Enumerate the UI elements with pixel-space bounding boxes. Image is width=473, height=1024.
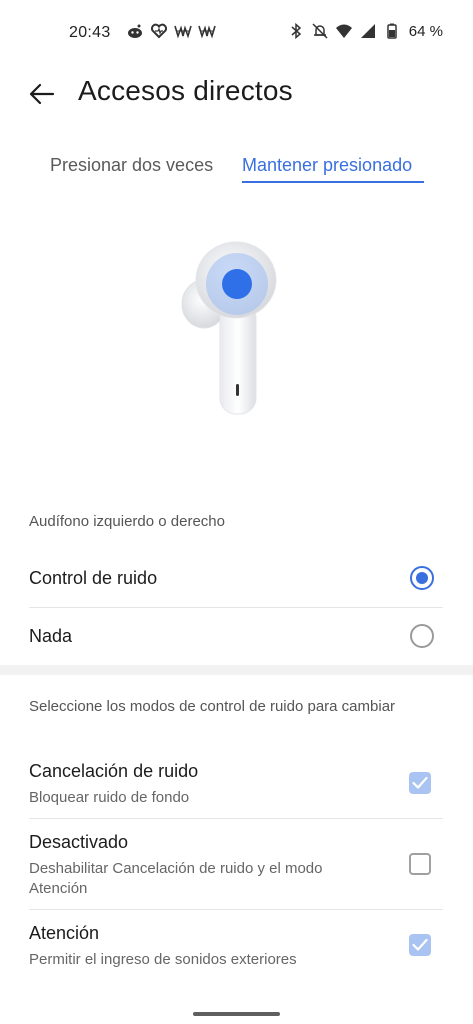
bluetooth-icon [291, 22, 301, 40]
tab-selected-indicator [242, 181, 424, 183]
mode-noise-cancellation[interactable]: Cancelación de ruido Bloquear ruido de f… [0, 750, 473, 818]
earbud-illustration [170, 232, 290, 422]
status-right-icons: 64 % [287, 22, 443, 40]
check-icon [412, 938, 428, 951]
mode-subtitle: Permitir el ingreso de sonidos exteriore… [29, 951, 297, 968]
checkbox-checked[interactable] [409, 934, 431, 956]
tab-press-and-hold[interactable]: Mantener presionado [242, 155, 412, 176]
mode-off[interactable]: Desactivado Deshabilitar Cancelación de … [0, 819, 473, 909]
mode-attention[interactable]: Atención Permitir el ingreso de sonidos … [0, 910, 473, 980]
status-left-icons [126, 22, 216, 40]
status-bar: 20:43 64 % [0, 0, 473, 62]
arrow-left-icon [29, 83, 55, 105]
wwe-icon [174, 25, 192, 39]
app-bar: Accesos directos [0, 62, 473, 126]
mode-title: Cancelación de ruido [29, 761, 199, 781]
mode-subtitle: Bloquear ruido de fondo [29, 789, 190, 806]
tab-bar: Presionar dos veces Mantener presionado [0, 150, 473, 190]
gesture-nav-handle[interactable] [193, 1012, 280, 1016]
page-title: Accesos directos [78, 75, 293, 106]
battery-percent: 64 % [408, 22, 443, 40]
option-label: Nada [29, 626, 73, 646]
checkbox-checked[interactable] [409, 772, 431, 794]
option-none[interactable]: Nada [0, 608, 473, 665]
option-noise-control[interactable]: Control de ruido [0, 550, 473, 607]
section-label-noise-modes: Seleccione los modos de control de ruido… [29, 698, 396, 715]
section-label-earbud: Audífono izquierdo o derecho [29, 513, 225, 530]
earbud-image [181, 241, 277, 415]
check-icon [412, 776, 428, 789]
bell-off-icon [312, 23, 328, 39]
section-separator [0, 665, 473, 675]
radio-button-selected[interactable] [410, 566, 434, 590]
tab-double-press[interactable]: Presionar dos veces [50, 155, 213, 176]
battery-icon [387, 23, 397, 39]
radio-button-unselected[interactable] [410, 624, 434, 648]
signal-icon [360, 24, 375, 38]
reddit-icon [128, 24, 142, 38]
wifi-icon [335, 24, 352, 38]
mode-subtitle: Deshabilitar Cancelación de ruido y el m… [29, 860, 323, 897]
back-button[interactable] [22, 74, 62, 114]
heart-icon [150, 23, 168, 39]
mode-title: Desactivado [29, 832, 129, 852]
wwe-icon [198, 25, 216, 39]
mode-title: Atención [29, 923, 100, 943]
status-time: 20:43 [69, 24, 111, 41]
option-label: Control de ruido [29, 568, 158, 588]
checkbox-unchecked[interactable] [409, 853, 431, 875]
